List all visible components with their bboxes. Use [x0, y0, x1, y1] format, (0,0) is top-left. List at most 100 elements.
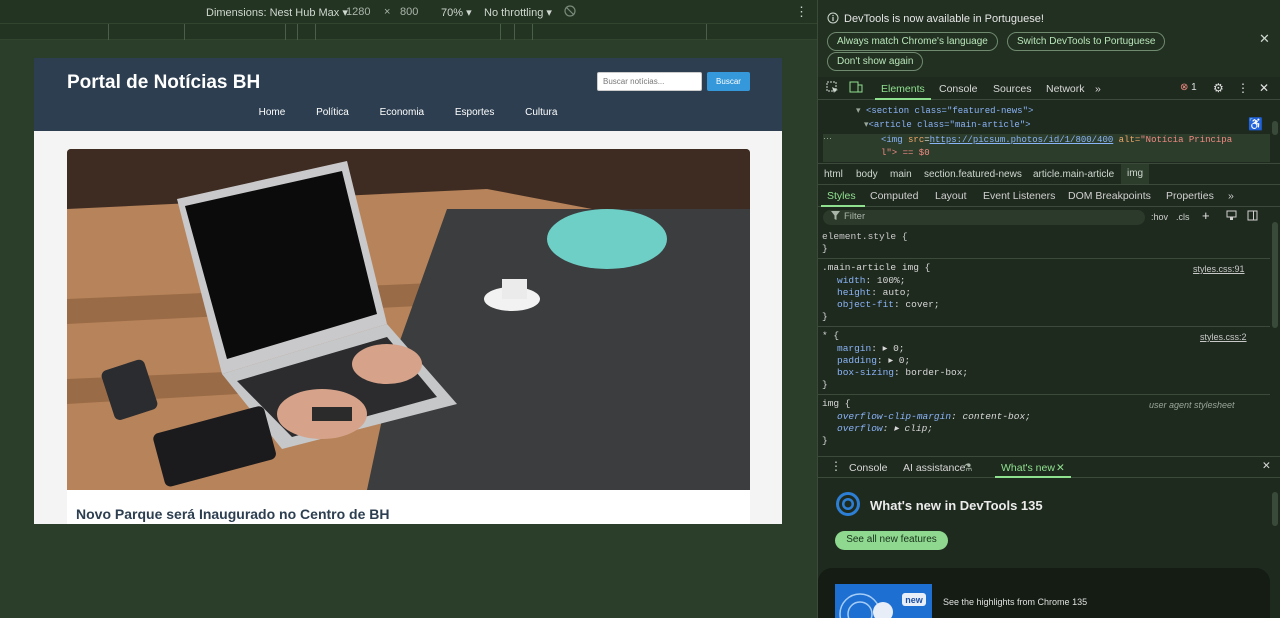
- device-emulation-area: Dimensions: Nest Hub Max ▾ 1280 × 800 70…: [0, 0, 817, 618]
- style-prop-row[interactable]: box-sizing: border-box;: [837, 367, 968, 378]
- subtab-properties[interactable]: Properties: [1166, 190, 1214, 202]
- rule3-close: }: [822, 435, 828, 446]
- whats-new-panel: What's new in DevTools 135 See all new f…: [818, 478, 1278, 618]
- nav-cultura[interactable]: Cultura: [525, 107, 557, 118]
- dom-article-tag: <article class="main-article">: [868, 120, 1031, 130]
- hov-toggle[interactable]: :hov: [1151, 212, 1168, 222]
- close-drawer-icon[interactable]: ✕: [1262, 460, 1271, 472]
- close-devtools-icon[interactable]: ✕: [1259, 81, 1269, 95]
- drawer-tab-console[interactable]: Console: [849, 462, 888, 474]
- switch-to-portuguese-button[interactable]: Switch DevTools to Portuguese: [1007, 32, 1166, 51]
- crumb-main[interactable]: main: [890, 169, 912, 180]
- nav-politica[interactable]: Política: [316, 107, 349, 118]
- tab-elements[interactable]: Elements: [881, 83, 925, 95]
- drawer-tab-ai-assistance[interactable]: AI assistance: [903, 462, 965, 474]
- height-input[interactable]: 800: [400, 6, 418, 18]
- site-header: Portal de Notícias BH Buscar Home Políti…: [34, 58, 782, 131]
- chrome-logo-icon: [835, 491, 861, 520]
- element-style-close: }: [822, 243, 828, 254]
- search-button[interactable]: Buscar: [707, 72, 750, 91]
- dom-section-tag: <section class="featured-news">: [865, 106, 1034, 116]
- rule1-source-link[interactable]: styles.css:91: [1193, 264, 1245, 274]
- close-infobar-icon[interactable]: ✕: [1259, 31, 1270, 47]
- always-match-language-button[interactable]: Always match Chrome's language: [827, 32, 998, 51]
- subtab-dom-breakpoints[interactable]: DOM Breakpoints: [1068, 190, 1151, 202]
- rule-main-article-img-selector[interactable]: .main-article img {: [822, 262, 930, 273]
- main-article: Novo Parque será Inaugurado no Centro de…: [67, 149, 750, 524]
- nav-economia[interactable]: Economia: [380, 107, 424, 118]
- styles-filter-input[interactable]: Filter: [823, 210, 1145, 225]
- article-image: [67, 149, 750, 490]
- infobar-text: DevTools is now available in Portuguese!: [844, 13, 1044, 25]
- error-count-badge[interactable]: ⊗ 1: [1180, 82, 1197, 93]
- element-style-selector[interactable]: element.style {: [822, 231, 908, 242]
- style-prop-row[interactable]: width: 100%;: [837, 275, 905, 286]
- throttling-dropdown[interactable]: No throttling ▾: [484, 6, 552, 19]
- computed-styles-toggle-icon[interactable]: [1226, 210, 1237, 224]
- styles-pane: element.style { } .main-article img { st…: [818, 229, 1270, 451]
- dimensions-dropdown[interactable]: Dimensions: Nest Hub Max ▾: [206, 6, 348, 19]
- article-title[interactable]: Novo Parque será Inaugurado no Centro de…: [76, 506, 390, 522]
- search-input[interactable]: [597, 72, 702, 91]
- highlights-thumbnail: new: [835, 584, 932, 618]
- highlights-card[interactable]: new See the highlights from Chrome 135: [818, 568, 1270, 618]
- error-count: 1: [1191, 82, 1197, 93]
- subtab-computed[interactable]: Computed: [870, 190, 918, 202]
- style-prop-row[interactable]: padding: ▸ 0;: [837, 355, 910, 366]
- img-src-link[interactable]: https://picsum.photos/id/1/800/400: [930, 135, 1114, 145]
- style-prop-row[interactable]: height: auto;: [837, 287, 911, 298]
- user-agent-stylesheet-label: user agent stylesheet: [1149, 400, 1235, 410]
- throttling-label: No throttling: [484, 7, 544, 19]
- crumb-article[interactable]: article.main-article: [1033, 169, 1114, 180]
- nav-esportes[interactable]: Esportes: [455, 107, 494, 118]
- dom-line-section[interactable]: ▾ <section class="featured-news">: [856, 106, 1033, 116]
- rule2-source-link[interactable]: styles.css:2: [1200, 332, 1247, 342]
- nav-home[interactable]: Home: [259, 107, 286, 118]
- zoom-dropdown[interactable]: 70% ▾: [441, 6, 472, 19]
- filter-icon: [831, 211, 840, 224]
- rotate-icon[interactable]: [563, 4, 577, 21]
- accessibility-icon[interactable]: ♿: [1248, 117, 1263, 131]
- new-style-rule-icon[interactable]: +: [1202, 208, 1210, 223]
- more-menu-icon[interactable]: ⋮: [1237, 81, 1249, 95]
- dont-show-again-button[interactable]: Don't show again: [827, 52, 924, 71]
- more-subtabs-icon[interactable]: »: [1228, 190, 1234, 202]
- subtab-styles[interactable]: Styles: [827, 190, 856, 202]
- img-alt-attr: alt=: [1118, 135, 1141, 145]
- crumb-html[interactable]: html: [824, 169, 843, 180]
- rule-img-selector[interactable]: img {: [822, 398, 851, 409]
- style-prop-row[interactable]: object-fit: cover;: [837, 299, 940, 310]
- breadcrumb: html body main section.featured-news art…: [818, 163, 1280, 185]
- drawer-tab-whats-new[interactable]: What's new: [1001, 462, 1055, 474]
- rule-universal-selector[interactable]: * {: [822, 330, 839, 341]
- flask-icon: ⚗: [963, 462, 973, 474]
- zoom-label: 70%: [441, 7, 464, 19]
- tab-network[interactable]: Network: [1046, 83, 1085, 95]
- device-toolbar-icon[interactable]: [849, 81, 863, 97]
- tab-sources[interactable]: Sources: [993, 83, 1032, 95]
- style-prop-row[interactable]: margin: ▸ 0;: [837, 343, 905, 354]
- crumb-img[interactable]: img: [1121, 164, 1150, 184]
- style-prop-row[interactable]: overflow-clip-margin: content-box;: [837, 411, 1031, 422]
- filter-placeholder: Filter: [844, 211, 866, 222]
- more-options-icon[interactable]: ⋮: [795, 4, 808, 20]
- inspect-element-icon[interactable]: [826, 81, 839, 97]
- close-whats-new-icon[interactable]: ✕: [1056, 462, 1065, 474]
- tab-console[interactable]: Console: [939, 83, 978, 95]
- crumb-section[interactable]: section.featured-news: [924, 169, 1022, 180]
- rule1-close: }: [822, 311, 828, 322]
- style-prop-row[interactable]: overflow: ▸ clip;: [837, 423, 933, 434]
- subtab-event-listeners[interactable]: Event Listeners: [983, 190, 1055, 202]
- width-input[interactable]: 1280: [346, 6, 370, 18]
- more-tabs-icon[interactable]: »: [1095, 83, 1101, 95]
- subtab-layout[interactable]: Layout: [935, 190, 967, 202]
- dom-line-img-selected[interactable]: ⋯ <img src=https://picsum.photos/id/1/80…: [823, 134, 1270, 162]
- dom-line-article[interactable]: ▾<article class="main-article">: [864, 120, 1031, 130]
- dimensions-label: Dimensions: Nest Hub Max: [206, 7, 340, 19]
- see-all-new-features-button[interactable]: See all new features: [835, 531, 948, 550]
- settings-gear-icon[interactable]: ⚙: [1213, 81, 1224, 95]
- cls-toggle[interactable]: .cls: [1176, 212, 1190, 222]
- sidebar-toggle-icon[interactable]: [1247, 210, 1258, 224]
- crumb-body[interactable]: body: [856, 169, 878, 180]
- drawer-menu-icon[interactable]: ⋮: [830, 459, 842, 473]
